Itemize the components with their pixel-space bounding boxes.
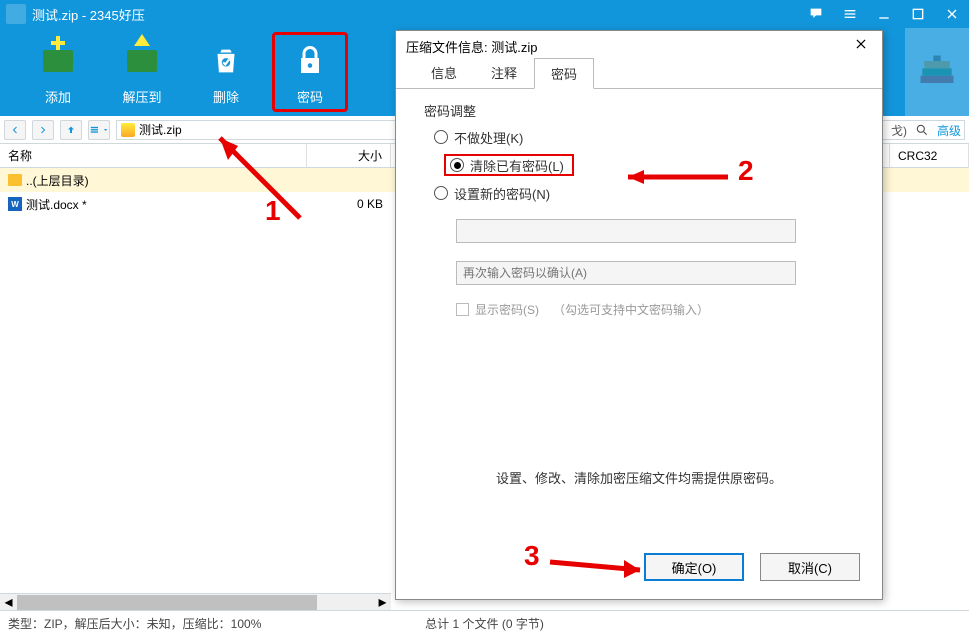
extract-label: 解压到 bbox=[122, 87, 161, 106]
archive-icon bbox=[121, 123, 135, 137]
radio-icon bbox=[434, 186, 448, 200]
status-bar: 类型：ZIP，解压后大小：未知，压缩比：100% 总计 1 个文件 (0 字节) bbox=[0, 610, 969, 636]
show-password-checkbox[interactable] bbox=[456, 303, 469, 316]
status-left: 类型：ZIP，解压后大小：未知，压缩比：100% bbox=[8, 615, 261, 632]
right-icons-faded bbox=[905, 28, 969, 116]
nav-back[interactable] bbox=[4, 120, 26, 140]
parent-dir-label: ..(上层目录) bbox=[26, 172, 89, 189]
app-icon bbox=[6, 4, 26, 24]
radio-label: 清除已有密码(L) bbox=[470, 156, 564, 175]
menu-icon[interactable] bbox=[833, 0, 867, 28]
password-confirm-input bbox=[456, 261, 796, 285]
folder-icon bbox=[8, 174, 22, 186]
scroll-thumb[interactable] bbox=[17, 595, 317, 610]
radio-clear-password[interactable]: 清除已有密码(L) bbox=[444, 154, 574, 176]
column-name[interactable]: 名称 bbox=[0, 144, 307, 167]
column-size[interactable]: 大小 bbox=[307, 144, 391, 167]
extract-button[interactable]: 解压到 bbox=[104, 32, 180, 112]
archive-info-dialog: 压缩文件信息: 测试.zip 信息 注释 密码 密码调整 不做处理(K) 清除已… bbox=[395, 30, 883, 600]
fieldset-label: 密码调整 bbox=[424, 101, 854, 120]
dialog-title: 压缩文件信息: 测试.zip bbox=[406, 37, 537, 56]
file-name: 测试.docx * bbox=[26, 196, 87, 213]
password-label: 密码 bbox=[297, 87, 323, 106]
horizontal-scrollbar[interactable]: ◂ ▸ bbox=[0, 593, 391, 610]
ok-button[interactable]: 确定(O) bbox=[644, 553, 744, 581]
radio-label: 不做处理(K) bbox=[454, 128, 523, 147]
password-input bbox=[456, 219, 796, 243]
radio-set-password[interactable]: 设置新的密码(N) bbox=[434, 182, 854, 204]
radio-icon bbox=[434, 130, 448, 144]
crumb-suffix: 戈) bbox=[891, 122, 907, 139]
minimize-button[interactable] bbox=[867, 0, 901, 28]
nav-forward[interactable] bbox=[32, 120, 54, 140]
nav-view[interactable] bbox=[88, 120, 110, 140]
show-password-hint: （勾选可支持中文密码输入） bbox=[553, 301, 709, 318]
dialog-body: 密码调整 不做处理(K) 清除已有密码(L) 设置新的密码(N) 显示密码(S)… bbox=[396, 89, 882, 541]
lock-icon bbox=[288, 39, 332, 83]
advanced-link[interactable]: 高级 bbox=[937, 122, 961, 139]
status-center: 总计 1 个文件 (0 字节) bbox=[425, 615, 544, 632]
docx-icon: W bbox=[8, 197, 22, 211]
tab-comment[interactable]: 注释 bbox=[474, 57, 534, 88]
tab-password[interactable]: 密码 bbox=[534, 58, 594, 89]
radio-no-change[interactable]: 不做处理(K) bbox=[434, 126, 854, 148]
nav-up[interactable] bbox=[60, 120, 82, 140]
file-size: 0 KB bbox=[307, 197, 391, 211]
close-button[interactable] bbox=[935, 0, 969, 28]
dialog-close-button[interactable] bbox=[854, 37, 872, 55]
scroll-left-button[interactable]: ◂ bbox=[0, 594, 17, 611]
delete-button[interactable]: 删除 bbox=[188, 32, 264, 112]
trash-icon bbox=[204, 39, 248, 83]
maximize-button[interactable] bbox=[901, 0, 935, 28]
show-password-label: 显示密码(S) bbox=[475, 301, 539, 318]
scroll-right-button[interactable]: ▸ bbox=[374, 594, 391, 611]
right-crumbs: 戈) 高级 bbox=[891, 116, 969, 144]
column-crc[interactable]: CRC32 bbox=[889, 144, 969, 168]
delete-label: 删除 bbox=[213, 87, 239, 106]
tab-info[interactable]: 信息 bbox=[414, 57, 474, 88]
radio-label: 设置新的密码(N) bbox=[454, 184, 550, 203]
dialog-button-row: 确定(O) 取消(C) bbox=[396, 541, 882, 599]
feedback-icon[interactable] bbox=[799, 0, 833, 28]
search-icon[interactable] bbox=[915, 123, 929, 137]
add-icon bbox=[36, 39, 80, 83]
dialog-tabs: 信息 注释 密码 bbox=[396, 61, 882, 89]
dialog-hint-text: 设置、修改、清除加密压缩文件均需提供原密码。 bbox=[424, 468, 854, 487]
password-button[interactable]: 密码 bbox=[272, 32, 348, 112]
extract-icon bbox=[120, 39, 164, 83]
add-button[interactable]: 添加 bbox=[20, 32, 96, 112]
path-text: 测试.zip bbox=[139, 121, 182, 138]
radio-icon bbox=[450, 158, 464, 172]
cancel-button[interactable]: 取消(C) bbox=[760, 553, 860, 581]
add-label: 添加 bbox=[45, 87, 71, 106]
window-title-bar: 测试.zip - 2345好压 bbox=[0, 0, 969, 28]
window-title: 测试.zip - 2345好压 bbox=[32, 5, 145, 24]
